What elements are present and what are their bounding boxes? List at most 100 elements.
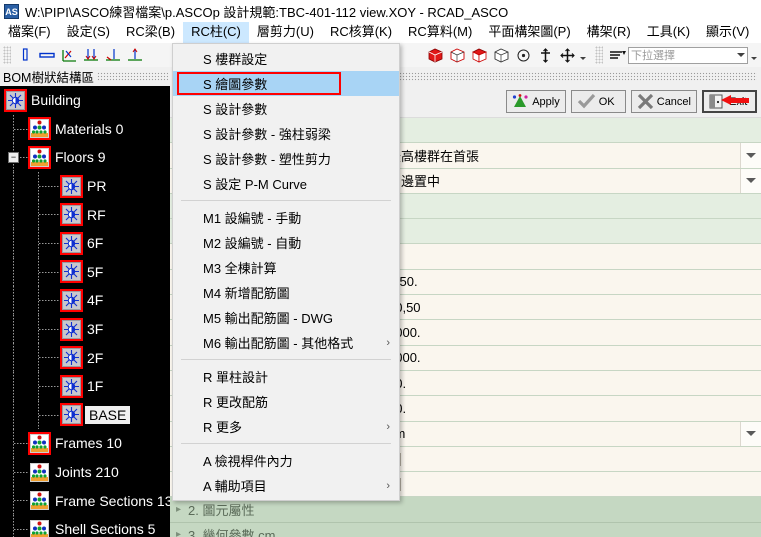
- menu-option-16[interactable]: R 更多 ›: [173, 414, 399, 439]
- menu-item-6[interactable]: RC算料(M): [400, 22, 480, 43]
- menu-item-7[interactable]: 平面構架圖(P): [480, 22, 578, 43]
- node-vertical-icon[interactable]: [124, 44, 146, 66]
- axis-xy-icon[interactable]: [58, 44, 80, 66]
- cancel-button[interactable]: Cancel: [630, 90, 697, 113]
- tree-node[interactable]: 2F: [0, 343, 170, 372]
- toolbar-overflow-caret[interactable]: [580, 56, 586, 60]
- column-icon[interactable]: [14, 44, 36, 66]
- tree-node[interactable]: 6F: [0, 228, 170, 258]
- list-icon[interactable]: [606, 44, 628, 66]
- ok-button[interactable]: OK: [570, 90, 626, 113]
- menu-item-0[interactable]: 檔案(F): [0, 22, 59, 43]
- toolbar-grip-2[interactable]: [595, 46, 603, 64]
- node-add-icon[interactable]: [80, 44, 102, 66]
- chevron-right-icon[interactable]: ▸: [176, 504, 188, 515]
- menu-option-9[interactable]: M3 全棟計算: [173, 255, 399, 280]
- menu-option-0[interactable]: S 樓群設定: [173, 46, 399, 71]
- menu-item-5[interactable]: RC核算(K): [322, 22, 400, 43]
- dropdown-select[interactable]: 下拉選擇: [628, 46, 748, 64]
- tree-node[interactable]: Shell Sections 5: [0, 514, 170, 537]
- menu-option-5[interactable]: S 設定 P-M Curve: [173, 171, 399, 196]
- light-icon[interactable]: [60, 174, 83, 198]
- property-value[interactable]: 50.: [382, 396, 761, 420]
- submenu-chevron-icon[interactable]: ›: [386, 337, 390, 348]
- property-value[interactable]: [382, 194, 761, 218]
- tree-icon[interactable]: [30, 519, 49, 537]
- tree-expander-collapse-icon[interactable]: −: [8, 152, 19, 164]
- tree-icon[interactable]: [28, 145, 51, 169]
- light-icon[interactable]: [60, 203, 83, 227]
- property-value[interactable]: 0.: [382, 244, 761, 268]
- menu-item-1[interactable]: 設定(S): [59, 22, 118, 43]
- tree-node[interactable]: Materials 0: [0, 114, 170, 144]
- chevron-down-icon[interactable]: [737, 53, 745, 57]
- rotate-icon[interactable]: [512, 44, 534, 66]
- toolbar-grip[interactable]: [3, 46, 11, 64]
- menu-option-14[interactable]: R 單柱設計: [173, 364, 399, 389]
- rc-column-menu[interactable]: S 樓群設定 S 繪圖參數 S 設計參數 S 設計參數 - 強柱弱梁 S 設計參數 - …: [172, 43, 400, 501]
- property-value[interactable]: -150.: [382, 270, 761, 294]
- apply-button[interactable]: Apply: [506, 90, 566, 113]
- tree-node[interactable]: 5F: [0, 257, 170, 287]
- cube-wire-icon[interactable]: [446, 44, 468, 66]
- property-row[interactable]: ▸ 3. 幾何參數 cm: [170, 522, 761, 537]
- property-value[interactable]: 50,50: [382, 295, 761, 319]
- tree-node[interactable]: Frame Sections 13: [0, 486, 170, 515]
- menu-option-18[interactable]: A 檢視桿件內力: [173, 448, 399, 473]
- menu-option-8[interactable]: M2 設編號 - 自動: [173, 230, 399, 255]
- pan-all-icon[interactable]: [556, 44, 578, 66]
- tree-icon[interactable]: [30, 491, 49, 511]
- light-icon[interactable]: [60, 260, 83, 284]
- light-icon[interactable]: [4, 88, 27, 112]
- menu-option-19[interactable]: A 輔助項目 ›: [173, 473, 399, 498]
- property-value[interactable]: 3000.: [382, 346, 761, 370]
- tree-node[interactable]: Frames 10: [0, 429, 170, 458]
- menu-item-8[interactable]: 構架(R): [579, 22, 639, 43]
- menu-option-10[interactable]: M4 新增配筋圖: [173, 280, 399, 305]
- light-icon[interactable]: [60, 317, 83, 341]
- tree-node[interactable]: RF: [0, 200, 170, 229]
- tree-node[interactable]: PR: [0, 171, 170, 201]
- menu-item-3[interactable]: RC柱(C): [183, 22, 249, 43]
- property-dropdown-button[interactable]: [740, 168, 761, 193]
- combo-overflow-caret[interactable]: [751, 56, 757, 60]
- menu-option-1[interactable]: S 繪圖參數: [173, 71, 399, 96]
- property-value[interactable]: 50.: [382, 371, 761, 395]
- tree-node[interactable]: 4F: [0, 286, 170, 315]
- property-value[interactable]: 四邊置中: [382, 168, 761, 193]
- property-row[interactable]: ▸ 2. 圖元屬性: [170, 497, 761, 523]
- light-icon[interactable]: [60, 374, 83, 398]
- cube-top-icon[interactable]: [468, 44, 490, 66]
- menu-option-4[interactable]: S 設計參數 - 塑性剪力: [173, 146, 399, 171]
- menu-item-11[interactable]: 說明: [757, 22, 761, 43]
- beam-icon[interactable]: [36, 44, 58, 66]
- tree-icon[interactable]: [28, 431, 51, 455]
- menu-item-10[interactable]: 顯示(V): [698, 22, 757, 43]
- menu-option-12[interactable]: M6 輸出配筋圖 - 其他格式 ›: [173, 330, 399, 355]
- node-move-icon[interactable]: [102, 44, 124, 66]
- light-icon[interactable]: [60, 346, 83, 370]
- exit-button[interactable]: Exit: [702, 90, 757, 113]
- menu-option-3[interactable]: S 設計參數 - 強柱弱梁: [173, 121, 399, 146]
- menu-option-7[interactable]: M1 設編號 - 手動: [173, 205, 399, 230]
- bom-tree[interactable]: −Building Materials 0 − Floors 9 PR RF 6F 5F 4F 3…: [0, 86, 170, 537]
- menu-option-2[interactable]: S 設計參數: [173, 96, 399, 121]
- tree-node[interactable]: − Floors 9: [0, 143, 170, 172]
- tree-node[interactable]: BASE: [0, 400, 170, 430]
- property-value[interactable]: [382, 219, 761, 243]
- tree-node[interactable]: 1F: [0, 371, 170, 401]
- property-value[interactable]: 4000.: [382, 320, 761, 344]
- light-icon[interactable]: [60, 231, 83, 255]
- submenu-chevron-icon[interactable]: ›: [386, 480, 390, 491]
- property-dropdown-button[interactable]: [740, 143, 761, 168]
- menu-item-2[interactable]: RC梁(B): [118, 22, 183, 43]
- property-value[interactable]: [382, 447, 761, 471]
- pan-vertical-icon[interactable]: [534, 44, 556, 66]
- property-value[interactable]: cm: [382, 421, 761, 446]
- cube-solid-icon[interactable]: [424, 44, 446, 66]
- tree-icon[interactable]: [28, 117, 51, 141]
- light-icon[interactable]: [60, 288, 83, 312]
- submenu-chevron-icon[interactable]: ›: [386, 421, 390, 432]
- tree-node[interactable]: Joints 210: [0, 457, 170, 487]
- menu-option-11[interactable]: M5 輸出配筋圖 - DWG: [173, 305, 399, 330]
